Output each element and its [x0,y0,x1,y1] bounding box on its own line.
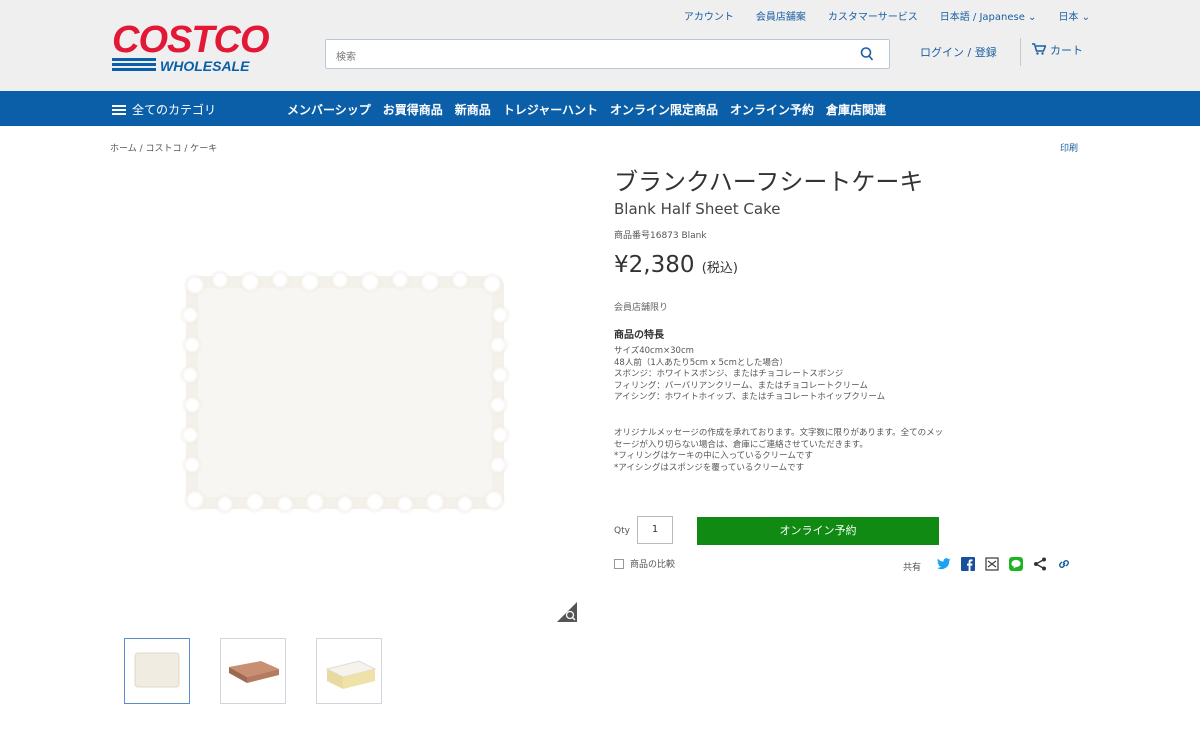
utility-nav: アカウント 会員店舗案 カスタマーサービス 日本語 / Japanese ⌄ 日… [662,8,1090,23]
compare-toggle[interactable]: 商品の比較 [614,557,675,570]
search-icon[interactable] [859,46,875,62]
zoom-icon[interactable] [555,600,579,624]
share-label: 共有 [903,563,922,573]
site-header: COSTCO WHOLESALE アカウント 会員店舗案 カスタマーサービス 日… [0,0,1200,91]
features-heading: 商品の特長 [614,330,664,341]
search-input[interactable]: 検索 [325,39,890,69]
main-nav: 全てのカテゴリ メンバーシップ お買得商品 新商品 トレジャーハント オンライン… [0,91,1200,126]
mail-icon[interactable] [984,556,1000,572]
svg-text:COSTCO: COSTCO [112,20,269,61]
notes: オリジナルメッセージの作成を承れております。文字数に限りがあります。全てのメッセ… [614,428,944,474]
product-title: ブランクハーフシートケーキ [614,168,924,196]
util-link-warehouse[interactable]: 会員店舗案 [756,8,806,23]
cart-link[interactable]: カート [1032,42,1083,58]
language-selector[interactable]: 日本語 / Japanese ⌄ [940,8,1037,23]
thumbnail-cake-slice[interactable] [316,638,382,704]
svg-text:WHOLESALE: WHOLESALE [160,58,250,74]
nav-item-treasure-hunt[interactable]: トレジャーハント [503,101,598,118]
nav-item-online-only[interactable]: オンライン限定商品 [610,101,718,118]
note-item: オリジナルメッセージの作成を承れております。文字数に限りがあります。全てのメッセ… [614,428,944,450]
search-placeholder: 検索 [336,52,356,63]
link-icon[interactable] [1056,556,1072,572]
online-reservation-button[interactable]: オンライン予約 [697,517,939,545]
nav-item-membership[interactable]: メンバーシップ [287,101,371,118]
features-list: サイズ40cm×30cm 48人前（1人あたり5cm x 5cmとした場合） ス… [614,346,944,404]
compare-label: 商品の比較 [630,560,676,570]
price-tax-note: (税込) [701,261,738,276]
share-icons [936,556,1072,572]
product-subtitle: Blank Half Sheet Cake [614,200,781,218]
divider [1020,38,1021,66]
note-item: *アイシングはスポンジを覆っているクリームです [614,462,805,473]
feature-item: フィリング：バーバリアンクリーム、またはチョコレートクリーム [614,380,868,391]
facebook-icon[interactable] [960,556,976,572]
nav-item-deals[interactable]: お買得商品 [383,101,443,118]
hamburger-icon [112,104,126,115]
compare-checkbox[interactable] [614,558,624,569]
all-categories-label: 全てのカテゴリ [132,103,217,117]
breadcrumb[interactable]: ホーム / コストコ / ケーキ [110,141,217,154]
quantity-input[interactable]: 1 [637,516,673,544]
cart-label: カート [1050,44,1083,57]
feature-item: スポンジ：ホワイトスポンジ、またはチョコレートスポンジ [614,369,844,379]
nav-item-new[interactable]: 新商品 [455,101,491,118]
feature-item: サイズ40cm×30cm [614,346,694,356]
twitter-icon[interactable] [936,556,952,572]
thumbnail-cake-top[interactable] [124,638,190,704]
line-icon[interactable] [1008,556,1024,572]
nav-items: メンバーシップ お買得商品 新商品 トレジャーハント オンライン限定商品 オンラ… [287,101,898,118]
price-value: ¥2,380 [614,252,695,278]
nav-item-online-reservation[interactable]: オンライン予約 [730,101,814,118]
thumbnail-cake-box[interactable] [220,638,286,704]
qty-label: Qty [614,526,630,536]
costco-logo[interactable]: COSTCO WHOLESALE [110,20,302,74]
util-link-customer-service[interactable]: カスタマーサービス [828,8,918,23]
nav-item-warehouse[interactable]: 倉庫店関連 [826,101,886,118]
item-number: 商品番号16873 Blank [614,231,707,241]
feature-item: 48人前（1人あたり5cm x 5cmとした場合） [614,357,788,368]
product-price: ¥2,380 (税込) [614,252,738,278]
feature-item: アイシング：ホワイトホイップ、またはチョコレートホイップクリーム [614,392,886,402]
country-selector[interactable]: 日本 ⌄ [1058,8,1090,23]
all-categories-menu[interactable]: 全てのカテゴリ [112,101,216,118]
share-icon[interactable] [1032,556,1048,572]
login-link[interactable]: ログイン / 登録 [920,44,997,60]
print-link[interactable]: 印刷 [1060,141,1078,154]
cart-icon [1032,42,1047,58]
product-image[interactable] [180,270,510,515]
member-only-note: 会員店舗限り [614,303,669,313]
note-item: *フィリングはケーキの中に入っているクリームです [614,451,813,461]
util-link-account[interactable]: アカウント [684,8,734,23]
